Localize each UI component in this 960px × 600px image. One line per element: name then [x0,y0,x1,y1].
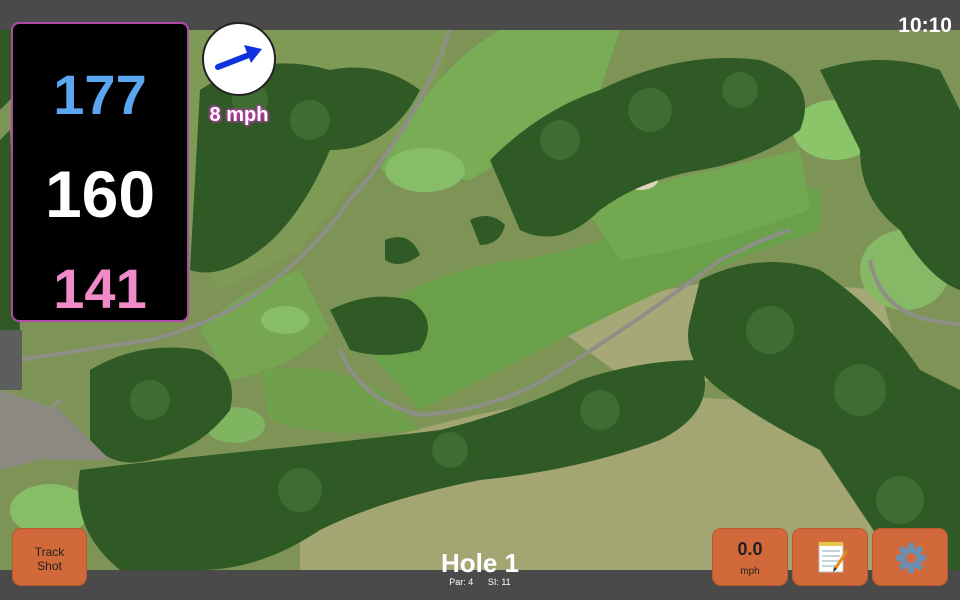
settings-button[interactable] [872,528,948,586]
track-shot-label-line1: Track [34,545,65,559]
hole-meta: Par: 4 SI: 11 [380,577,580,587]
speed-button[interactable]: 0.0 mph [712,528,788,586]
hole-si: SI: 11 [487,577,511,587]
distance-back: 177 [53,63,147,126]
speed-value: 0.0 [737,539,763,559]
speed-unit: mph [740,566,760,577]
hole-par: Par: 4 [449,577,474,587]
distance-front: 141 [53,257,147,320]
distance-middle: 160 [44,157,156,231]
notes-button[interactable] [792,528,868,586]
wind-indicator[interactable] [202,22,276,96]
track-shot-button[interactable]: Track Shot [12,528,87,586]
clock: 10:10 [898,14,952,37]
notepad-icon [818,542,849,573]
track-shot-label-line2: Shot [37,559,62,573]
distance-panel[interactable]: 177 160 141 [11,22,189,322]
wind-speed-label: 8 mph [209,104,269,126]
arrow-right-icon [215,45,262,70]
hole-title: Hole 1 [440,548,520,578]
gear-icon [896,543,926,573]
